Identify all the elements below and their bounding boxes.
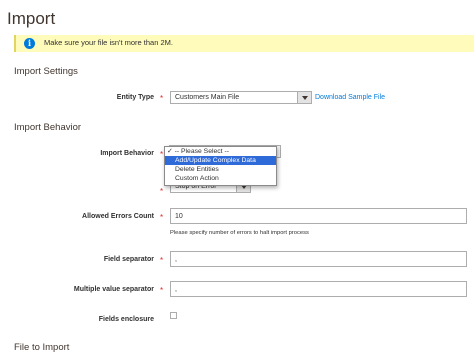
import-behavior-dropdown[interactable]: ✓ -- Please Select -- Add/Update Complex… (164, 146, 277, 186)
allowed-errors-input[interactable] (170, 208, 467, 224)
required-asterisk: * (160, 286, 164, 295)
checkmark-icon: ✓ (167, 148, 175, 155)
fields-enclosure-label: Fields enclosure (98, 316, 154, 323)
page-title: Import (7, 9, 56, 28)
entity-type-value: Customers Main File (175, 94, 240, 101)
section-title-import-behavior: Import Behavior (14, 122, 82, 133)
dropdown-option-delete-entities[interactable]: Delete Entities (165, 165, 276, 174)
required-asterisk: * (160, 94, 164, 103)
info-icon: i (24, 38, 35, 49)
field-separator-input[interactable] (170, 251, 467, 267)
chevron-down-icon (297, 92, 311, 103)
required-asterisk: * (160, 150, 164, 159)
required-asterisk: * (160, 213, 164, 222)
download-sample-file-link[interactable]: Download Sample File (315, 94, 385, 101)
section-title-import-settings: Import Settings (14, 66, 78, 77)
dropdown-option-please-select[interactable]: ✓ -- Please Select -- (165, 147, 276, 156)
notice-banner: i Make sure your file isn't more than 2M… (14, 35, 474, 52)
notice-text: Make sure your file isn't more than 2M. (44, 38, 173, 47)
required-asterisk: * (160, 187, 164, 196)
dropdown-option-add-update[interactable]: Add/Update Complex Data (165, 156, 276, 165)
import-behavior-label: Import Behavior (100, 150, 154, 157)
entity-type-label: Entity Type (116, 94, 154, 101)
multiple-value-separator-input[interactable] (170, 281, 467, 297)
entity-type-select[interactable]: Customers Main File (170, 91, 312, 104)
required-asterisk: * (160, 256, 164, 265)
allowed-errors-note: Please specify number of errors to halt … (170, 230, 309, 236)
field-separator-label: Field separator (103, 256, 154, 263)
section-title-file-to-import: File to Import (14, 342, 70, 353)
allowed-errors-label: Allowed Errors Count (82, 213, 154, 220)
dropdown-option-custom-action[interactable]: Custom Action (165, 174, 276, 183)
fields-enclosure-checkbox[interactable] (170, 312, 177, 319)
multiple-value-separator-label: Multiple value separator (73, 286, 154, 293)
